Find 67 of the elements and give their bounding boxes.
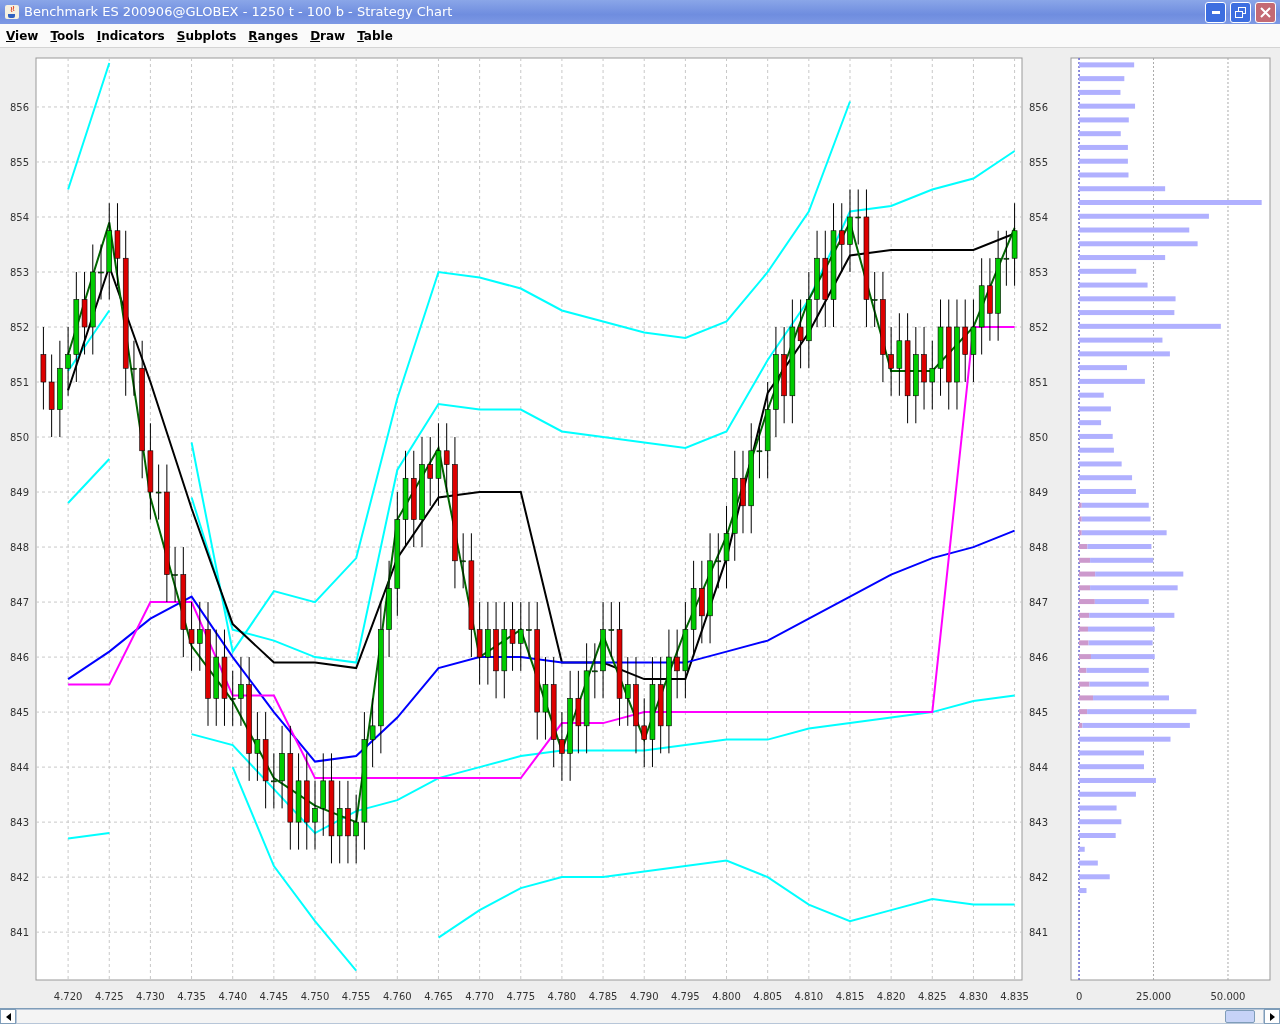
x-axis-label: 4.800 bbox=[712, 991, 741, 1002]
y-axis-label: 847 bbox=[10, 597, 30, 609]
y-axis-label: 841 bbox=[1029, 927, 1049, 939]
y-axis-label: 845 bbox=[1029, 707, 1049, 719]
x-axis-label: 25.000 bbox=[1136, 991, 1171, 1002]
x-axis-label: 4.760 bbox=[383, 991, 412, 1002]
y-axis-label: 852 bbox=[1029, 322, 1049, 333]
y-axis-label: 848 bbox=[10, 542, 30, 554]
x-axis-label: 4.735 bbox=[177, 991, 206, 1002]
x-axis-label: 4.820 bbox=[876, 991, 906, 1002]
y-axis-label: 856 bbox=[1029, 101, 1049, 113]
menu-item[interactable]: Draw bbox=[304, 26, 352, 45]
window-title: Benchmark ES 200906@GLOBEX - 1250 t - 100 b - Strategy Chart bbox=[24, 3, 454, 22]
y-axis-label: 843 bbox=[1029, 817, 1049, 829]
x-axis-label: 4.810 bbox=[794, 991, 824, 1002]
menu-item[interactable]: Table bbox=[351, 26, 399, 45]
y-axis-label: 844 bbox=[1029, 762, 1049, 774]
y-axis-label: 848 bbox=[1029, 542, 1049, 554]
x-axis-label: 4.730 bbox=[136, 991, 165, 1002]
y-axis-label: 850 bbox=[10, 432, 30, 444]
y-axis-label: 851 bbox=[10, 377, 30, 388]
x-axis-label: 4.835 bbox=[1000, 991, 1029, 1002]
x-axis-label: 4.785 bbox=[588, 991, 618, 1002]
y-axis-label: 842 bbox=[1029, 872, 1049, 884]
y-axis-label: 845 bbox=[10, 707, 30, 719]
x-axis-label: 4.795 bbox=[671, 991, 700, 1002]
y-axis-label: 855 bbox=[10, 156, 30, 168]
y-axis-label: 847 bbox=[1029, 597, 1049, 609]
y-axis-label: 855 bbox=[1029, 156, 1049, 168]
y-axis-label: 846 bbox=[10, 652, 30, 664]
x-axis-label: 4.780 bbox=[547, 991, 577, 1002]
x-axis-label: 4.745 bbox=[259, 991, 289, 1002]
x-axis-label: 4.830 bbox=[959, 991, 988, 1002]
menu-item[interactable]: Subplots bbox=[170, 26, 243, 45]
y-axis-label: 854 bbox=[10, 212, 30, 223]
x-axis-label: 4.775 bbox=[506, 991, 536, 1002]
menu-item[interactable]: Indicators bbox=[90, 26, 171, 45]
x-axis-label: 4.740 bbox=[218, 991, 248, 1002]
x-axis-label: 0 bbox=[1076, 991, 1083, 1002]
y-axis-label: 853 bbox=[10, 267, 30, 278]
y-axis-label: 849 bbox=[1029, 487, 1049, 499]
y-axis-label: 851 bbox=[1029, 377, 1049, 388]
x-axis-label: 4.720 bbox=[53, 991, 83, 1002]
y-axis-label: 844 bbox=[10, 762, 30, 774]
y-axis-label: 850 bbox=[1029, 432, 1049, 444]
y-axis-label: 856 bbox=[10, 101, 30, 113]
x-axis-label: 4.805 bbox=[753, 991, 782, 1002]
y-axis-label: 846 bbox=[1029, 652, 1049, 664]
x-axis-label: 4.765 bbox=[424, 991, 453, 1002]
y-axis-label: 842 bbox=[10, 872, 30, 884]
y-axis-label: 852 bbox=[10, 322, 30, 333]
x-axis-label: 4.770 bbox=[465, 991, 494, 1002]
x-axis-label: 4.825 bbox=[917, 991, 947, 1002]
y-axis-label: 843 bbox=[10, 817, 30, 829]
x-axis-label: 4.790 bbox=[629, 991, 659, 1002]
menu-item[interactable]: Tools bbox=[44, 26, 91, 45]
x-axis-label: 4.725 bbox=[94, 991, 124, 1002]
y-axis-label: 853 bbox=[1029, 267, 1049, 278]
menu-item[interactable]: Ranges bbox=[242, 26, 305, 45]
x-axis-label: 4.755 bbox=[341, 991, 371, 1002]
y-axis-label: 841 bbox=[10, 927, 30, 939]
y-axis-label: 849 bbox=[10, 487, 30, 499]
menu-item[interactable]: View bbox=[0, 26, 45, 45]
y-axis-label: 854 bbox=[1029, 212, 1049, 223]
x-axis-label: 50.000 bbox=[1210, 991, 1246, 1002]
x-axis-label: 4.750 bbox=[300, 991, 330, 1002]
x-axis-label: 4.815 bbox=[835, 991, 865, 1002]
